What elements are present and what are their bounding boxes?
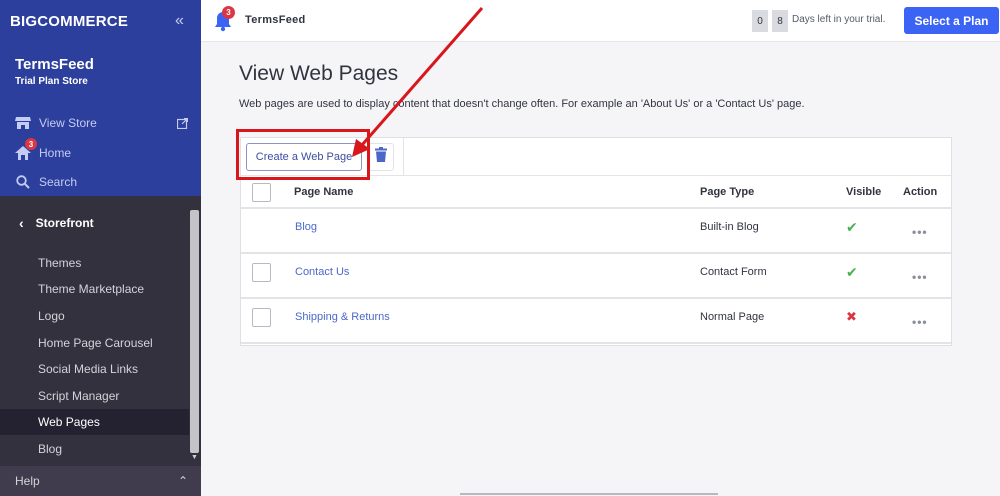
bottom-divider <box>460 493 718 495</box>
annotation-arrow-icon <box>352 7 484 157</box>
